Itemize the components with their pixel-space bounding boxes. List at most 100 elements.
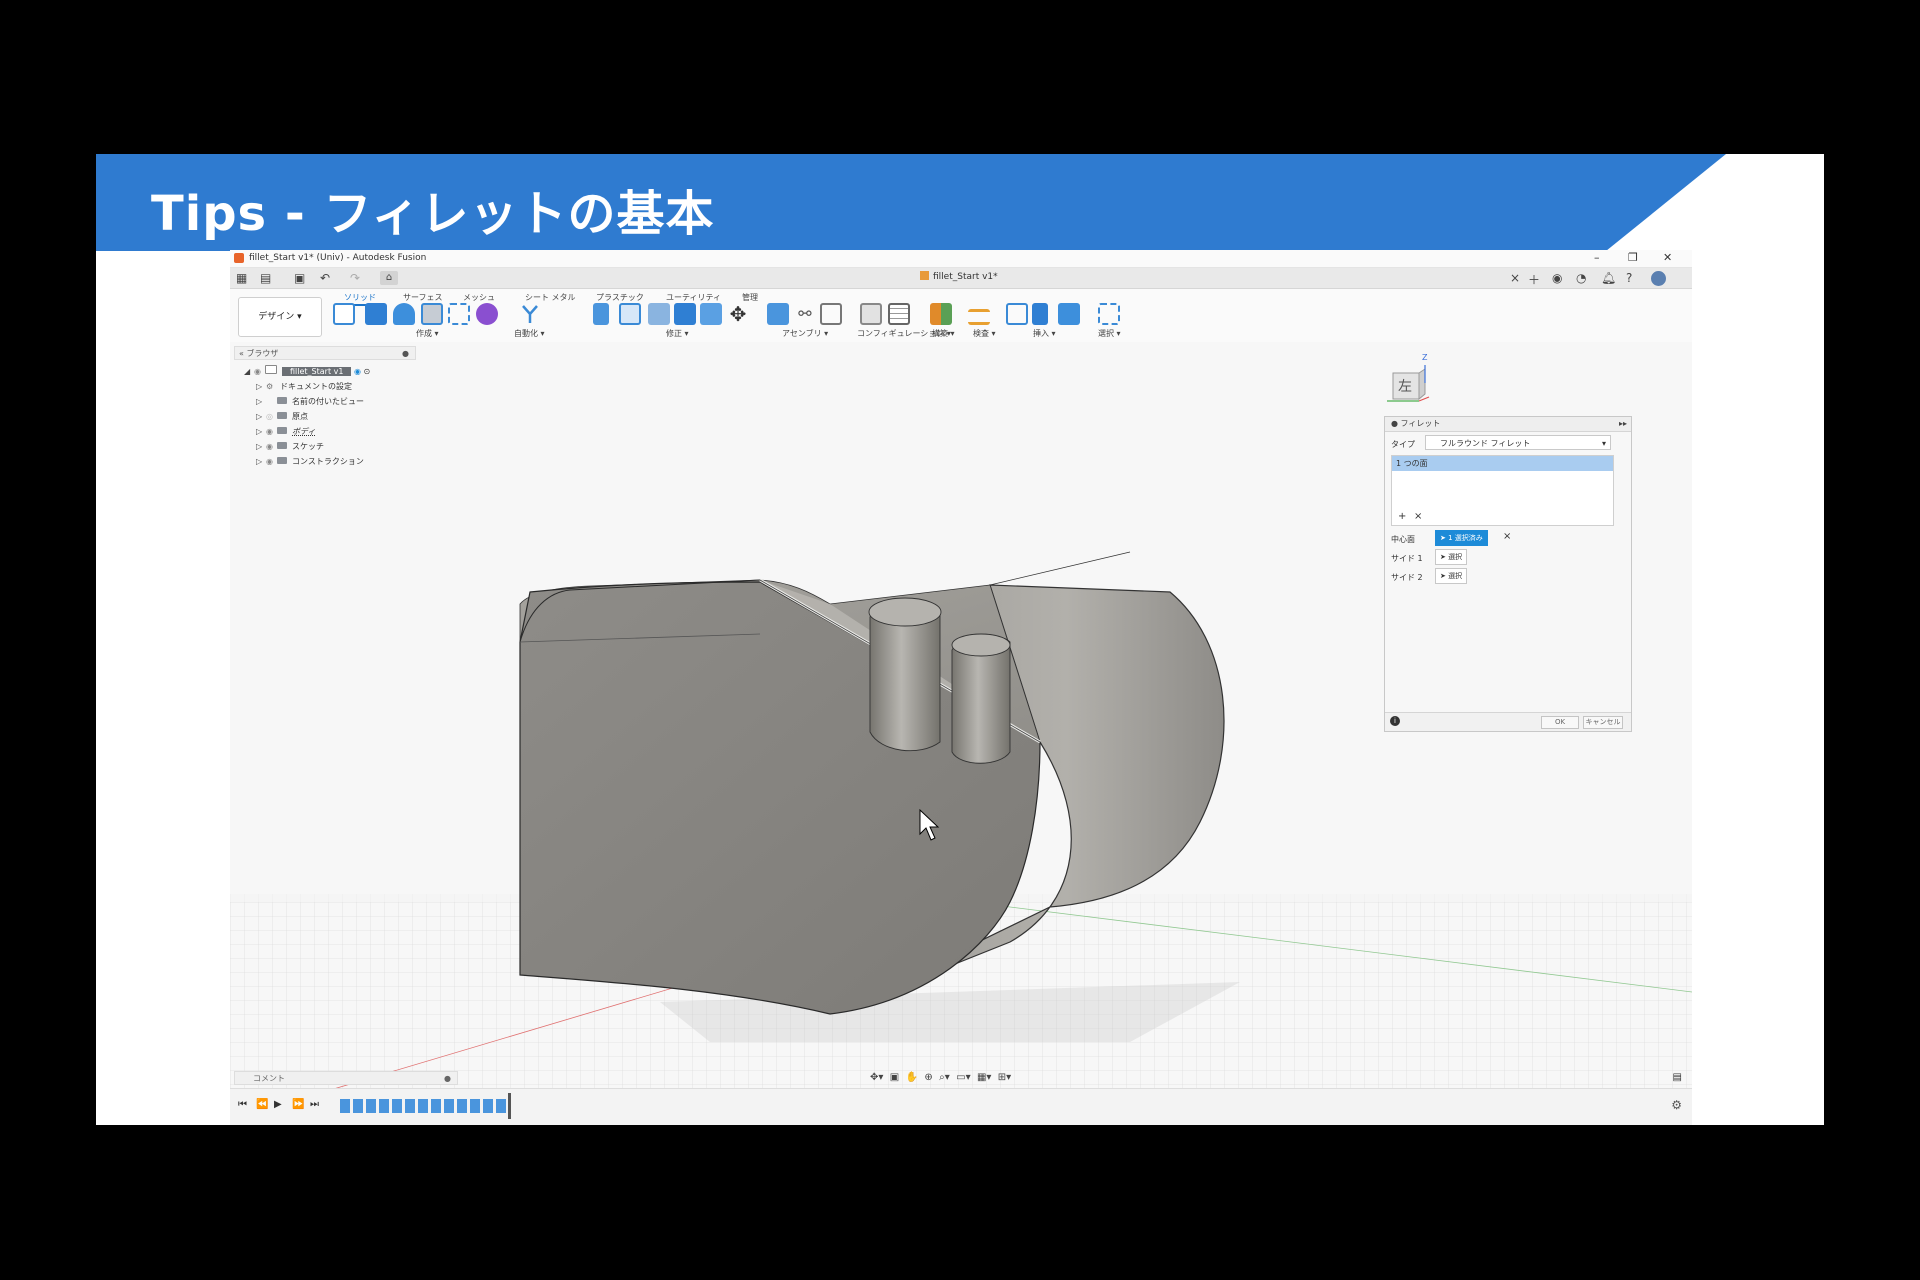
file-menu-icon[interactable]: ▤ — [260, 271, 271, 285]
tab-plastic[interactable]: プラスチック — [596, 292, 644, 303]
combine-icon[interactable] — [700, 303, 722, 325]
look-at-icon[interactable]: ▣ — [890, 1072, 899, 1083]
cancel-button[interactable]: キャンセル — [1583, 716, 1623, 729]
extension-icon[interactable]: ◉ — [1552, 271, 1562, 285]
restore-icon[interactable]: ❐ — [1628, 251, 1638, 264]
hole-icon[interactable] — [421, 303, 443, 325]
tab-utilities[interactable]: ユーティリティ — [666, 292, 721, 303]
browser-pin-icon[interactable]: ● — [402, 347, 409, 361]
minimize-icon[interactable]: – — [1594, 251, 1600, 264]
collapse-icon[interactable]: ▷ — [256, 439, 266, 454]
notification-icon[interactable]: 🔔︎ — [1601, 271, 1616, 285]
tree-item-named-views[interactable]: ▷ 名前の付いたビュー — [244, 394, 370, 409]
form-icon[interactable] — [476, 303, 498, 325]
help-icon[interactable]: ? — [1626, 271, 1632, 285]
document-tab[interactable]: fillet_Start v1* — [920, 271, 998, 282]
job-status-icon[interactable]: ◔ — [1576, 271, 1586, 285]
offset-plane-icon[interactable] — [930, 303, 952, 325]
root-component-label[interactable]: fillet_Start v1 — [282, 367, 352, 376]
tab-sheet-metal[interactable]: シート メタル — [525, 292, 576, 303]
ok-button[interactable]: OK — [1541, 716, 1579, 729]
fit-icon[interactable]: ⌕▾ — [939, 1072, 950, 1083]
workspace-dropdown[interactable]: デザイン ▾ — [238, 297, 322, 337]
tree-root[interactable]: ◢ ◉ fillet_Start v1 ◉ ⊙ — [244, 364, 370, 379]
selection-list-item[interactable]: 1 つの面 — [1392, 456, 1613, 471]
eye-icon[interactable]: ◉ — [266, 424, 277, 439]
shell-icon[interactable] — [674, 303, 696, 325]
grid-menu-icon[interactable]: ▦ — [236, 271, 247, 285]
eye-icon[interactable]: ◉ — [254, 364, 265, 379]
close-icon[interactable]: ✕ — [1663, 251, 1672, 264]
clear-selection-icon[interactable]: × — [1503, 531, 1511, 542]
add-icon[interactable]: + — [1398, 511, 1406, 522]
home-icon[interactable]: ⌂ — [380, 271, 398, 285]
panel-toggle-icon[interactable]: ▤ — [1673, 1072, 1682, 1083]
pattern-icon[interactable] — [448, 303, 470, 325]
avatar[interactable] — [1651, 271, 1666, 286]
tree-item-document-settings[interactable]: ▷ ⚙ ドキュメントの設定 — [244, 379, 370, 394]
timeline-features[interactable] — [340, 1099, 506, 1113]
insert-mesh-icon[interactable] — [1032, 303, 1048, 325]
browser-header[interactable]: « ブラウザ ● — [234, 346, 416, 360]
joint-icon[interactable]: ⚯ — [794, 303, 816, 325]
select-icon[interactable] — [1098, 303, 1120, 325]
gear-icon[interactable]: ⚙ — [1671, 1098, 1682, 1112]
go-to-start-icon[interactable]: ⏮ — [238, 1099, 247, 1110]
zoom-icon[interactable]: ⊕ — [924, 1072, 932, 1083]
move-icon[interactable]: ✥ — [727, 303, 749, 325]
collapse-icon[interactable]: ▷ — [256, 454, 266, 469]
expand-icon[interactable]: ◢ — [244, 364, 254, 379]
extrude-icon[interactable] — [365, 303, 387, 325]
go-to-end-icon[interactable]: ⏭ — [310, 1099, 319, 1110]
grid-settings-icon[interactable]: ▦▾ — [977, 1072, 991, 1083]
viewports-icon[interactable]: ⊞▾ — [998, 1072, 1011, 1083]
tree-item-origin[interactable]: ▷ ◎ 原点 — [244, 409, 370, 424]
measure-icon[interactable] — [968, 309, 990, 325]
chamfer-icon[interactable] — [648, 303, 670, 325]
remove-icon[interactable]: × — [1414, 511, 1422, 522]
group-inspect-label[interactable]: 検査 ▾ — [973, 328, 996, 339]
redo-icon[interactable]: ↷ — [350, 271, 360, 285]
fillet-dialog-header[interactable]: ● フィレット ▸▸ — [1385, 417, 1631, 432]
as-built-joint-icon[interactable] — [820, 303, 842, 325]
automate-icon[interactable] — [519, 303, 541, 325]
undo-icon[interactable]: ↶ — [320, 271, 330, 285]
fillet-type-dropdown[interactable]: フルラウンド フィレット ▾ — [1425, 435, 1611, 450]
orbit-icon[interactable]: ✥▾ — [870, 1072, 883, 1083]
save-icon[interactable]: ▣ — [294, 271, 305, 285]
selection-list[interactable]: 1 つの面 + × — [1391, 455, 1614, 526]
group-automate-label[interactable]: 自動化 ▾ — [514, 328, 545, 339]
timeline-marker[interactable] — [508, 1093, 511, 1119]
group-insert-label[interactable]: 挿入 ▾ — [1033, 328, 1056, 339]
tab-surface[interactable]: サーフェス — [403, 292, 443, 303]
group-construct-label[interactable]: 構築 ▾ — [932, 328, 955, 339]
tab-mesh[interactable]: メッシュ — [463, 292, 495, 303]
collapse-icon[interactable]: ▷ — [256, 424, 266, 439]
comment-panel[interactable]: コメント ● — [234, 1071, 458, 1085]
group-assemble-label[interactable]: アセンブリ ▾ — [782, 328, 828, 339]
side1-select-button[interactable]: ➤ 選択 — [1435, 549, 1468, 565]
press-pull-icon[interactable] — [593, 303, 609, 325]
close-tab-icon[interactable]: × — [1510, 271, 1520, 285]
group-create-label[interactable]: 作成 ▾ — [416, 328, 439, 339]
tree-item-construction[interactable]: ▷ ◉ コンストラクション — [244, 454, 370, 469]
tree-item-sketches[interactable]: ▷ ◉ スケッチ — [244, 439, 370, 454]
display-settings-icon[interactable]: ▭▾ — [956, 1072, 970, 1083]
center-face-select-button[interactable]: ➤ 1 選択済み — [1435, 530, 1488, 546]
eye-icon[interactable]: ◉ — [266, 439, 277, 454]
eye-icon[interactable]: ◉ — [266, 454, 277, 469]
step-forward-icon[interactable]: ⏩ — [292, 1099, 304, 1110]
eye-hidden-icon[interactable]: ◎ — [266, 409, 277, 424]
step-back-icon[interactable]: ⏪ — [256, 1099, 268, 1110]
insert-derive-icon[interactable] — [1006, 303, 1028, 325]
collapse-icon[interactable]: ▷ — [256, 379, 266, 394]
view-cube[interactable]: 左 Z — [1385, 353, 1430, 402]
insert-canvas-icon[interactable] — [1058, 303, 1080, 325]
collapse-icon[interactable]: ▷ — [256, 394, 266, 409]
fillet-icon[interactable] — [619, 303, 641, 325]
new-tab-icon[interactable]: ＋ — [1528, 271, 1540, 288]
activate-icon[interactable]: ◉ — [354, 367, 361, 376]
info-icon[interactable]: i — [1390, 716, 1400, 726]
config-table-icon[interactable] — [888, 303, 910, 325]
expand-dialog-icon[interactable]: ▸▸ — [1619, 417, 1627, 431]
